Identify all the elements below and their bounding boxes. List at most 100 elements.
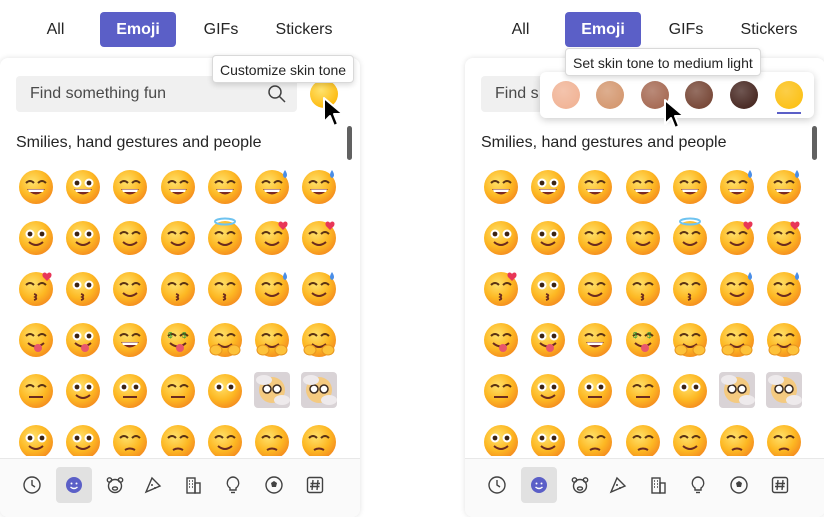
hand-over-mouth-emoji[interactable] — [252, 319, 296, 363]
tear-face-emoji[interactable] — [299, 268, 343, 312]
relieved-smile-emoji[interactable] — [110, 268, 154, 312]
grinning-smiling-eyes-emoji[interactable] — [575, 166, 619, 210]
relieved-smile-emoji[interactable] — [575, 268, 619, 312]
sleepy-emoji[interactable] — [299, 421, 343, 456]
grinning-face-emoji[interactable] — [16, 166, 60, 210]
money-mouth-emoji[interactable]: $ $ — [623, 319, 667, 363]
squinting-face-emoji[interactable] — [670, 166, 714, 210]
sweat-grin-emoji[interactable] — [299, 166, 343, 210]
upside-down-face-emoji[interactable] — [63, 217, 107, 261]
grinning-smiling-eyes-emoji[interactable] — [110, 166, 154, 210]
kissing-heart-emoji[interactable] — [481, 268, 525, 312]
hearts-face-emoji[interactable] — [252, 217, 296, 261]
rolling-eyes-emoji[interactable] — [16, 421, 60, 456]
smiley-category-button[interactable] — [521, 467, 557, 503]
neutral-face-emoji[interactable] — [110, 370, 154, 414]
skin-tone-swatch[interactable] — [775, 81, 803, 109]
tab-gifs[interactable]: GIFs — [661, 12, 711, 47]
food-category-button[interactable] — [600, 467, 636, 503]
kissing-closed-eyes-emoji[interactable] — [158, 268, 202, 312]
tab-all[interactable]: All — [33, 12, 78, 47]
dotted-face-emoji[interactable] — [299, 370, 343, 414]
winking-face-emoji[interactable] — [110, 217, 154, 261]
symbols-category-button[interactable] — [297, 467, 333, 503]
unamused-emoji[interactable] — [623, 421, 667, 456]
money-mouth-emoji[interactable]: $ $ — [158, 319, 202, 363]
heart-eyes-emoji[interactable] — [764, 217, 808, 261]
peeking-eye-emoji[interactable] — [299, 319, 343, 363]
smiley-category-button[interactable] — [56, 467, 92, 503]
animal-category-button[interactable] — [97, 467, 133, 503]
grinning-face-emoji[interactable] — [481, 166, 525, 210]
building-category-button[interactable] — [175, 467, 211, 503]
no-mouth-emoji[interactable] — [205, 370, 249, 414]
smiling-eyes-emoji[interactable] — [158, 217, 202, 261]
sweat-smile-emoji[interactable] — [717, 166, 761, 210]
expressionless-emoji[interactable] — [158, 370, 202, 414]
grinning-big-eyes-emoji[interactable] — [63, 166, 107, 210]
halo-face-emoji[interactable] — [670, 217, 714, 261]
recent-category-button[interactable] — [479, 467, 515, 503]
peeking-eye-emoji[interactable] — [764, 319, 808, 363]
scrollbar[interactable] — [347, 126, 352, 160]
slightly-smiling-emoji[interactable] — [481, 217, 525, 261]
tab-gifs[interactable]: GIFs — [196, 12, 246, 47]
grimacing-emoji[interactable] — [63, 421, 107, 456]
tab-stickers[interactable]: Stickers — [735, 12, 803, 47]
sweat-grin-emoji[interactable] — [764, 166, 808, 210]
halo-face-emoji[interactable] — [205, 217, 249, 261]
tab-emoji[interactable]: Emoji — [565, 12, 641, 47]
pensive-emoji[interactable] — [252, 421, 296, 456]
face-in-clouds-emoji[interactable] — [717, 370, 761, 414]
kissing-face-emoji[interactable] — [528, 268, 572, 312]
relieved-emoji[interactable] — [205, 421, 249, 456]
sweat-smile-emoji[interactable] — [252, 166, 296, 210]
zany-face-emoji[interactable] — [63, 319, 107, 363]
kissing-smiling-eyes-emoji[interactable] — [670, 268, 714, 312]
bulb-category-button[interactable] — [215, 467, 251, 503]
zipper-mouth-emoji[interactable] — [16, 370, 60, 414]
grinning-big-eyes-emoji[interactable] — [528, 166, 572, 210]
pensive-emoji[interactable] — [717, 421, 761, 456]
symbols-category-button[interactable] — [762, 467, 798, 503]
building-category-button[interactable] — [640, 467, 676, 503]
hugging-face-emoji[interactable] — [670, 319, 714, 363]
scrollbar[interactable] — [812, 126, 817, 160]
raised-eyebrow-emoji[interactable] — [63, 370, 107, 414]
exhaling-emoji[interactable] — [110, 421, 154, 456]
dotted-face-emoji[interactable] — [764, 370, 808, 414]
slightly-smiling-emoji[interactable] — [16, 217, 60, 261]
exhaling-emoji[interactable] — [575, 421, 619, 456]
tab-emoji[interactable]: Emoji — [100, 12, 176, 47]
hand-over-mouth-emoji[interactable] — [717, 319, 761, 363]
kissing-smiling-eyes-emoji[interactable] — [205, 268, 249, 312]
zany-face-emoji[interactable] — [528, 319, 572, 363]
rolling-eyes-emoji[interactable] — [481, 421, 525, 456]
unamused-emoji[interactable] — [158, 421, 202, 456]
skin-tone-swatch[interactable] — [730, 81, 758, 109]
skin-tone-swatch[interactable] — [596, 81, 624, 109]
recent-category-button[interactable] — [14, 467, 50, 503]
smiling-eyes-emoji[interactable] — [623, 217, 667, 261]
squinting-face-emoji[interactable] — [205, 166, 249, 210]
grimacing-emoji[interactable] — [528, 421, 572, 456]
sleepy-emoji[interactable] — [764, 421, 808, 456]
soccer-category-button[interactable] — [256, 467, 292, 503]
kissing-closed-eyes-emoji[interactable] — [623, 268, 667, 312]
skin-tone-swatch[interactable] — [552, 81, 580, 109]
tab-all[interactable]: All — [498, 12, 543, 47]
skin-tone-swatch[interactable] — [685, 81, 713, 109]
tear-face-emoji[interactable] — [764, 268, 808, 312]
hugging-face-emoji[interactable] — [205, 319, 249, 363]
tongue-wink-emoji[interactable] — [481, 319, 525, 363]
search-icon[interactable] — [267, 84, 287, 104]
expressionless-emoji[interactable] — [623, 370, 667, 414]
squinting-tongue-emoji[interactable] — [110, 319, 154, 363]
face-in-clouds-emoji[interactable] — [252, 370, 296, 414]
tongue-wink-emoji[interactable] — [16, 319, 60, 363]
relieved-emoji[interactable] — [670, 421, 714, 456]
bulb-category-button[interactable] — [680, 467, 716, 503]
face-holding-back-tears-emoji[interactable] — [252, 268, 296, 312]
beaming-face-emoji[interactable] — [623, 166, 667, 210]
kissing-heart-emoji[interactable] — [16, 268, 60, 312]
